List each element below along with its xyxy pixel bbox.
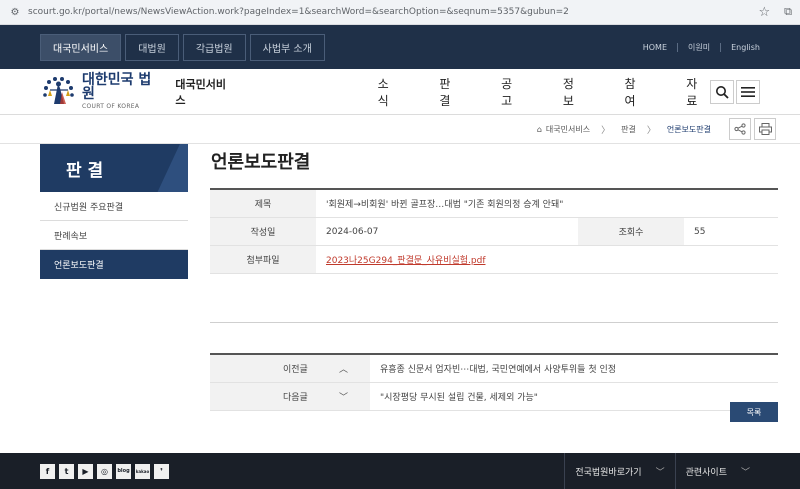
facebook-icon[interactable]: f (40, 463, 55, 479)
side-nav-title: 판 결 (40, 144, 188, 192)
chevron-up-icon: ︿ (338, 365, 348, 375)
footer: f t ▶ ◎ blog kakao ❜ 전국법원바로가기 ﹀ 관련사이트 ﹀ (0, 453, 800, 489)
next-post-row[interactable]: 다음글 ﹀ "시장평당 무시된 설립 건물, 세제외 가능" (210, 383, 778, 411)
prev-next-nav: 이전글 ︿ 유흥종 신문서 업자빈⋯대법, 국민연예에서 사양투위들 첫 인정 … (210, 353, 778, 411)
detail-row-subject: 제목 '회원제→비회원' 바뀐 골프장…대법 "기존 회원의정 승계 안돼" (210, 190, 778, 218)
search-icon (716, 85, 729, 99)
date-value: 2024-06-07 (326, 226, 379, 237)
kakao-icon[interactable]: kakao (135, 463, 150, 479)
side-nav-item-press-judgments[interactable]: 언론보도판결 (40, 250, 188, 279)
site-tabs: 대국민서비스 대법원 각급법원 사법부 소개 (40, 33, 325, 61)
site-logo[interactable]: 대한민국 법원 COURT OF KOREA 대국민서비스 (40, 73, 236, 110)
home-link[interactable]: HOME (643, 43, 667, 52)
share-button[interactable] (729, 118, 751, 140)
main-content: 언론보도판결 제목 '회원제→비회원' 바뀐 골프장…대법 "기존 회원의정 승… (210, 144, 778, 422)
menu-button[interactable] (736, 79, 760, 104)
chevron-down-icon: ﹀ (655, 467, 665, 478)
detail-row-date: 작성일 2024-06-07 조회수 55 (210, 218, 778, 246)
related-sites-label: 관련사이트 (685, 467, 727, 478)
site-tab-judiciary-intro[interactable]: 사법부 소개 (249, 33, 325, 61)
site-tab-supreme-court[interactable]: 대법원 (125, 33, 179, 61)
side-nav: 판 결 신규법원 주요판결 판례속보 언론보도판결 (40, 144, 188, 279)
breadcrumb-item-service[interactable]: 대국민서비스 (546, 124, 590, 135)
court-links-select[interactable]: 전국법원바로가기 ﹀ (564, 453, 674, 489)
print-button[interactable] (754, 118, 776, 140)
nav-notices[interactable]: 공고 (499, 75, 525, 109)
top-links: HOME 이원미 English (643, 42, 760, 53)
extensions-icon[interactable]: ⧉ (784, 5, 792, 19)
side-nav-item-case-bulletin[interactable]: 판례속보 (40, 221, 188, 250)
section-name: 대국민서비스 (175, 77, 227, 107)
main-nav: 소식 판결 공고 정보 참여 자료 (376, 75, 710, 109)
sns-links: f t ▶ ◎ blog kakao ❜ (40, 463, 169, 479)
bookmark-star-icon[interactable]: ☆ (758, 5, 770, 20)
browser-address-bar: ⚙ scourt.go.kr/portal/news/NewsViewActio… (0, 0, 800, 25)
views-value: 55 (694, 226, 706, 237)
breadcrumb-item-current[interactable]: 언론보도판결 (667, 124, 711, 135)
article-body (210, 274, 778, 323)
related-sites-select[interactable]: 관련사이트 ﹀ (674, 453, 760, 489)
twitter-icon[interactable]: t (59, 463, 74, 479)
divider (677, 42, 679, 52)
list-button[interactable]: 목록 (730, 402, 778, 422)
prev-post-row[interactable]: 이전글 ︿ 유흥종 신문서 업자빈⋯대법, 국민연예에서 사양투위들 첫 인정 (210, 355, 778, 383)
prev-post-title[interactable]: 유흥종 신문서 업자빈⋯대법, 국민연예에서 사양투위들 첫 인정 (370, 362, 778, 375)
subject-label: 제목 (210, 190, 316, 217)
divider (720, 42, 722, 52)
logo-subtitle: COURT OF KOREA (82, 103, 140, 110)
english-link[interactable]: English (731, 43, 760, 52)
nav-info[interactable]: 정보 (561, 75, 587, 109)
url-text[interactable]: scourt.go.kr/portal/news/NewsViewAction.… (28, 7, 750, 17)
instagram-icon[interactable]: ◎ (97, 463, 112, 479)
side-nav-item-major-judgments[interactable]: 신규법원 주요판결 (40, 192, 188, 221)
search-button[interactable] (710, 79, 734, 104)
chevron-down-icon: ﹀ (338, 393, 348, 403)
top-bar: 대국민서비스 대법원 각급법원 사법부 소개 HOME 이원미 English (0, 25, 800, 69)
attachment-cell: 2023나25G294_판결문_사유비실험.pdf (316, 253, 778, 266)
nav-news[interactable]: 소식 (376, 75, 402, 109)
breadcrumb: ⌂ 대국민서비스 〉 판결 〉 언론보도판결 (537, 123, 711, 136)
site-tab-public-service[interactable]: 대국민서비스 (40, 33, 122, 61)
subject-value: '회원제→비회원' 바뀐 골프장…대법 "기존 회원의정 승계 안돼" (326, 200, 564, 210)
page-title: 언론보도판결 (211, 152, 311, 173)
breadcrumb-item-judgment[interactable]: 판결 (621, 124, 636, 135)
nav-participation[interactable]: 참여 (623, 75, 649, 109)
blog-icon[interactable]: blog (116, 463, 131, 479)
share-icon (734, 123, 746, 135)
site-tab-courts[interactable]: 각급법원 (182, 33, 246, 61)
breadcrumb-bar: ⌂ 대국민서비스 〉 판결 〉 언론보도판결 (0, 115, 800, 144)
content-area: 판 결 신규법원 주요판결 판례속보 언론보도판결 언론보도판결 제목 '회원제… (0, 144, 800, 449)
youtube-icon[interactable]: ▶ (78, 463, 93, 479)
detail-row-attachment: 첨부파일 2023나25G294_판결문_사유비실험.pdf (210, 246, 778, 274)
hamburger-menu-icon (741, 86, 755, 97)
attachment-link[interactable]: 2023나25G294_판결문_사유비실험.pdf (326, 256, 486, 266)
attachment-label: 첨부파일 (210, 246, 316, 273)
chevron-right-icon: 〉 (601, 125, 611, 136)
chevron-down-icon: ﹀ (740, 467, 750, 478)
views-label: 조회수 (578, 218, 684, 245)
logo-title: 대한민국 법원 (82, 72, 152, 102)
login-link[interactable]: 이원미 (688, 42, 710, 53)
court-links-label: 전국법원바로가기 (575, 467, 642, 478)
nav-judgments[interactable]: 판결 (437, 75, 463, 109)
chevron-right-icon: 〉 (646, 125, 656, 136)
home-icon[interactable]: ⌂ (537, 125, 542, 134)
article-detail-table: 제목 '회원제→비회원' 바뀐 골프장…대법 "기존 회원의정 승계 안돼" 작… (210, 188, 778, 323)
print-icon (758, 123, 772, 135)
date-label: 작성일 (210, 218, 316, 245)
court-emblem-icon (40, 74, 78, 110)
nav-resources[interactable]: 자료 (684, 75, 710, 109)
site-info-icon[interactable]: ⚙ (8, 5, 22, 19)
quote-icon[interactable]: ❜ (154, 463, 169, 479)
site-header: 대한민국 법원 COURT OF KOREA 대국민서비스 소식 판결 공고 정… (0, 69, 800, 115)
next-post-title[interactable]: "시장평당 무시된 설립 건물, 세제외 가능" (370, 390, 778, 403)
